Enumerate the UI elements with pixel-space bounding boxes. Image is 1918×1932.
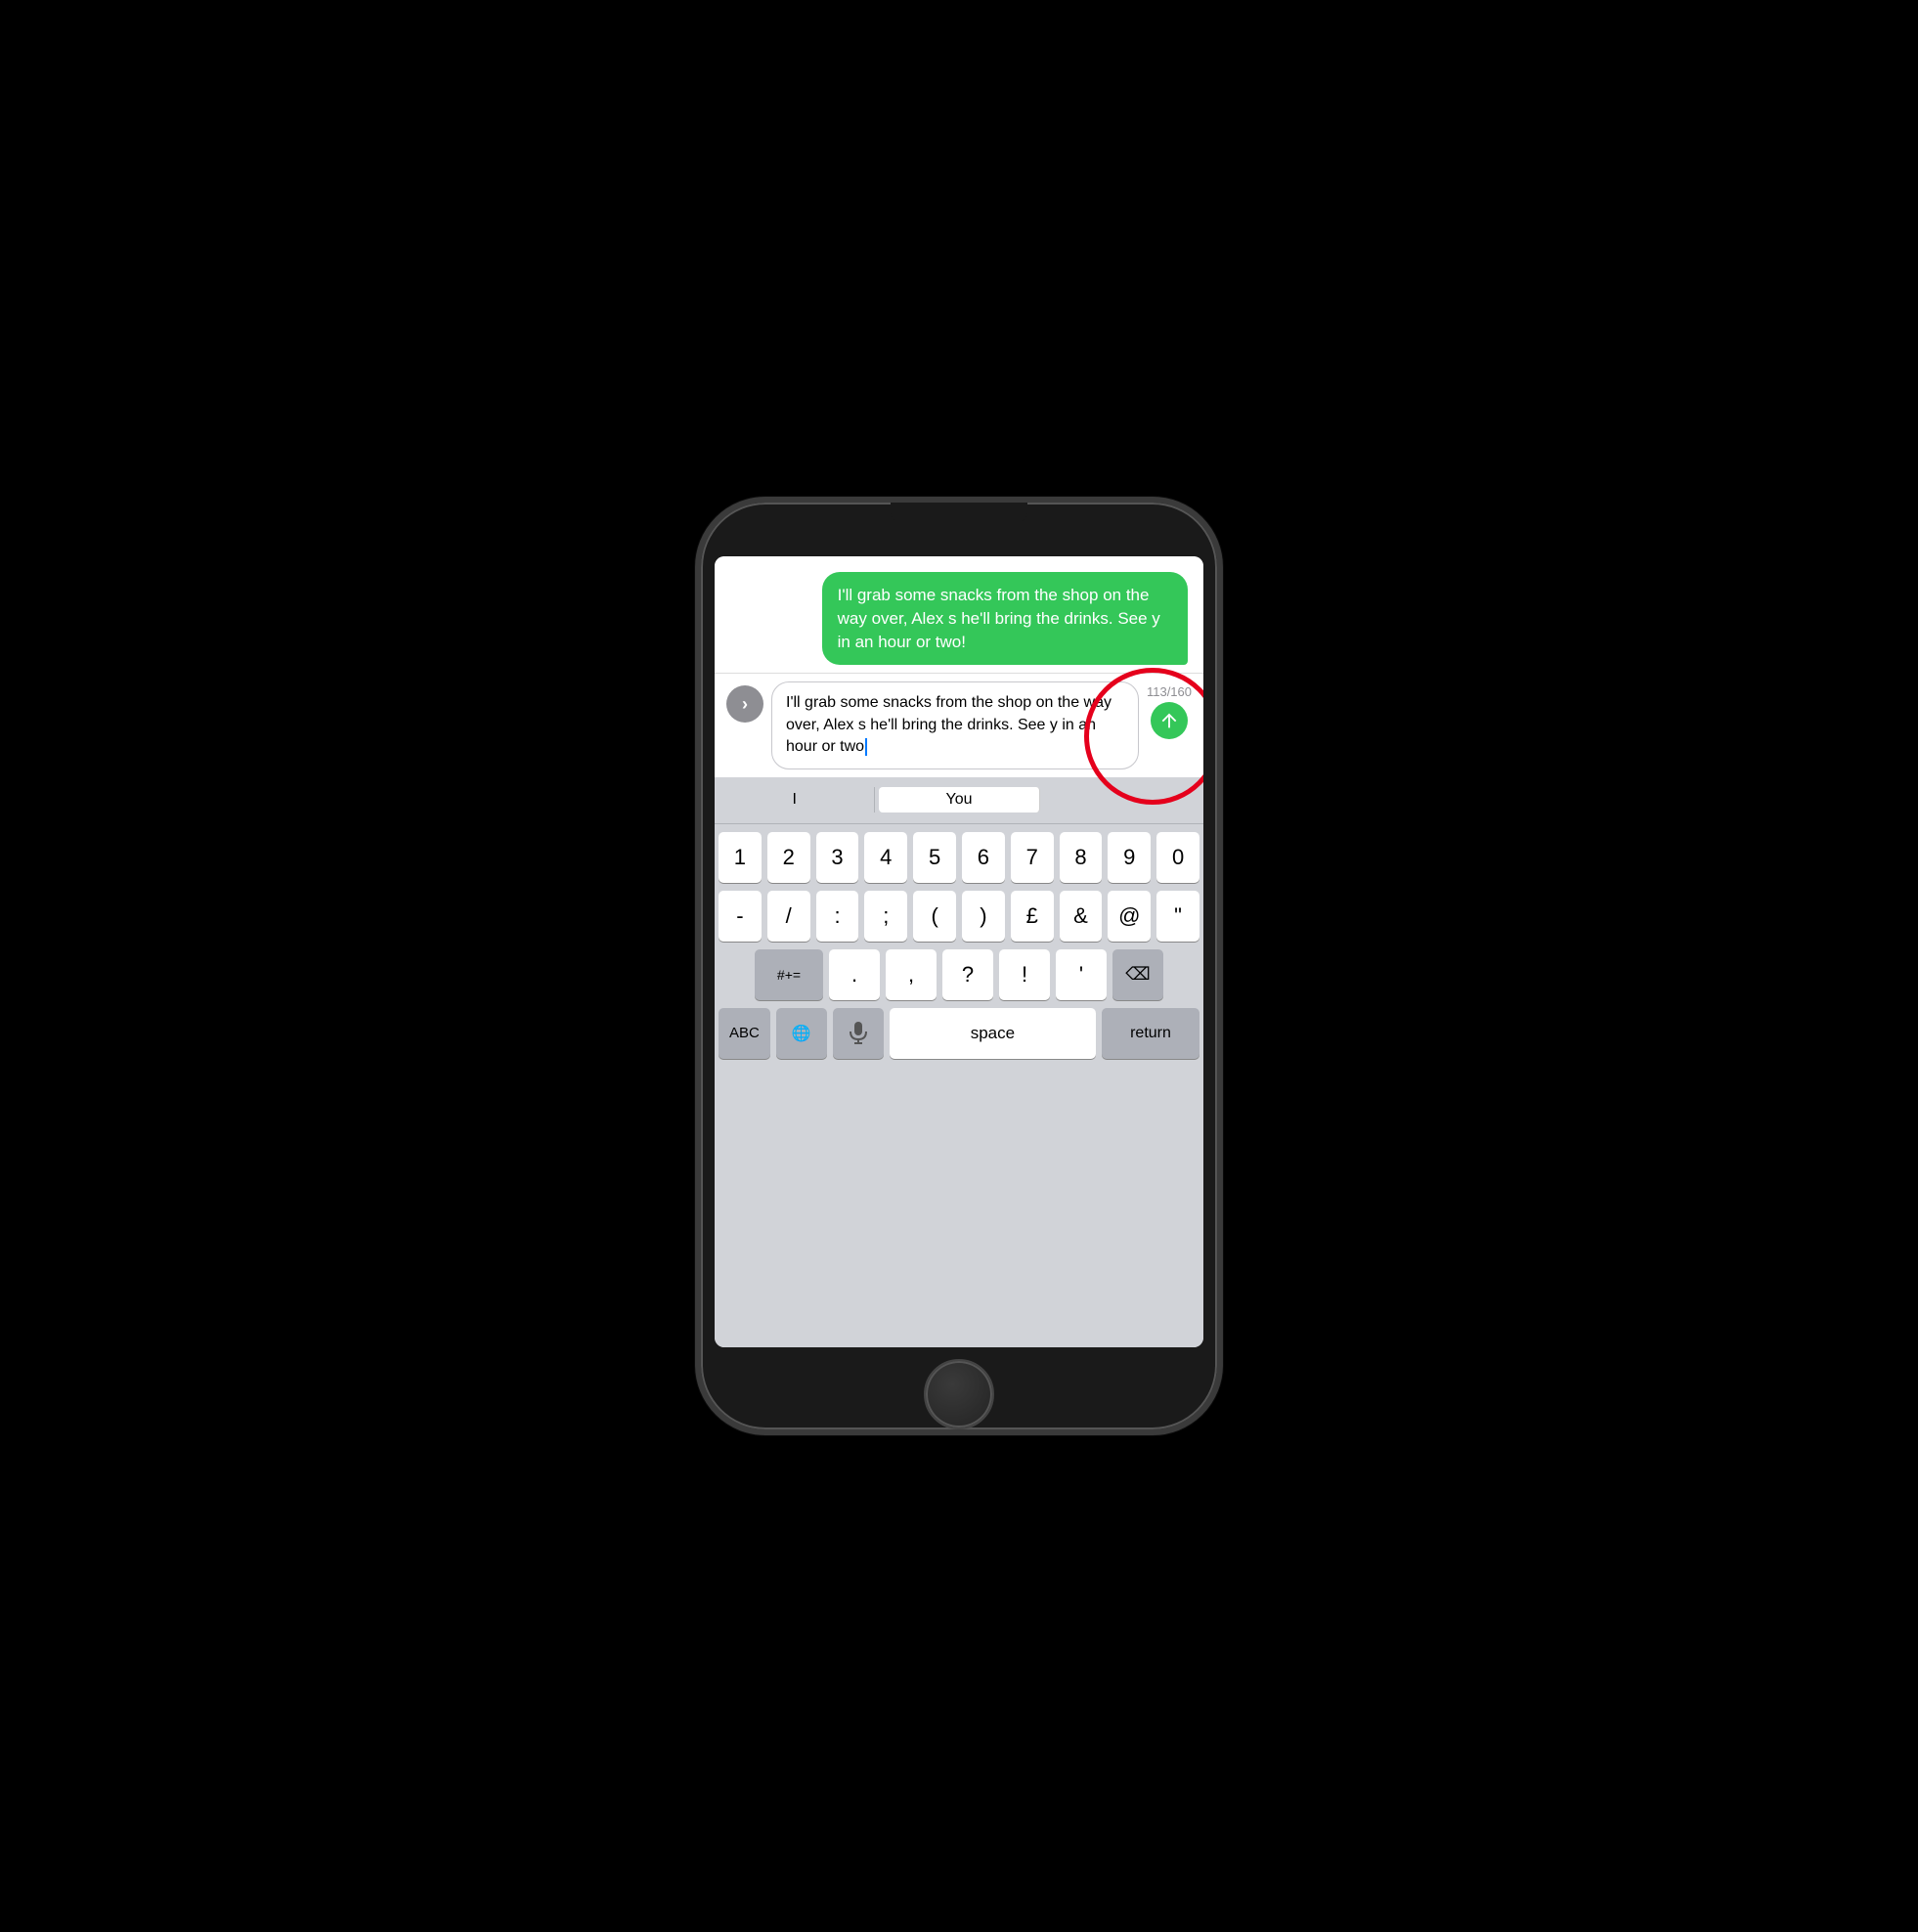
key-question[interactable]: ? xyxy=(942,949,993,1000)
key-ampersand[interactable]: & xyxy=(1060,891,1103,942)
home-button[interactable] xyxy=(924,1359,994,1429)
key-9[interactable]: 9 xyxy=(1108,832,1151,883)
input-text: I'll grab some snacks from the shop on t… xyxy=(786,694,1112,755)
key-space[interactable]: space xyxy=(890,1008,1096,1059)
key-1[interactable]: 1 xyxy=(719,832,762,883)
keyboard-row-numbers: 1 2 3 4 5 6 7 8 9 0 xyxy=(719,832,1199,883)
keyboard: 1 2 3 4 5 6 7 8 9 0 - / : ; ( ) £ & xyxy=(715,824,1203,1347)
key-return[interactable]: return xyxy=(1102,1008,1199,1059)
send-area: 113/160 xyxy=(1147,685,1192,739)
character-count: 113/160 xyxy=(1147,685,1192,698)
key-semicolon[interactable]: ; xyxy=(864,891,907,942)
predictive-item-3[interactable] xyxy=(1044,796,1203,804)
phone-screen: I'll grab some snacks from the shop on t… xyxy=(715,556,1203,1347)
key-close-paren[interactable]: ) xyxy=(962,891,1005,942)
key-colon[interactable]: : xyxy=(816,891,859,942)
key-period[interactable]: . xyxy=(829,949,880,1000)
message-bubble-outgoing: I'll grab some snacks from the shop on t… xyxy=(822,572,1188,665)
predictive-text-bar: I You xyxy=(715,777,1203,824)
predictive-item-1[interactable]: I xyxy=(715,787,875,812)
message-text: I'll grab some snacks from the shop on t… xyxy=(838,586,1160,651)
key-5[interactable]: 5 xyxy=(913,832,956,883)
key-2[interactable]: 2 xyxy=(767,832,810,883)
microphone-icon xyxy=(850,1022,867,1045)
keyboard-row-more: #+= . , ? ! ' ⌫ xyxy=(719,949,1199,1000)
key-8[interactable]: 8 xyxy=(1060,832,1103,883)
key-at[interactable]: @ xyxy=(1108,891,1151,942)
messages-area: I'll grab some snacks from the shop on t… xyxy=(715,556,1203,673)
key-slash[interactable]: / xyxy=(767,891,810,942)
phone-device: I'll grab some snacks from the shop on t… xyxy=(695,497,1223,1435)
backspace-icon: ⌫ xyxy=(1125,964,1150,985)
key-microphone[interactable] xyxy=(833,1008,884,1059)
key-globe[interactable]: 🌐 xyxy=(776,1008,827,1059)
message-input-area: › I'll grab some snacks from the shop on… xyxy=(715,673,1203,776)
key-pound[interactable]: £ xyxy=(1011,891,1054,942)
key-apostrophe[interactable]: ' xyxy=(1056,949,1107,1000)
key-7[interactable]: 7 xyxy=(1011,832,1054,883)
phone-bottom-area xyxy=(924,1347,994,1429)
phone-speaker xyxy=(891,503,1027,524)
message-input-field[interactable]: I'll grab some snacks from the shop on t… xyxy=(771,681,1139,768)
keyboard-row-bottom: ABC 🌐 space return xyxy=(719,1008,1199,1059)
key-6[interactable]: 6 xyxy=(962,832,1005,883)
key-3[interactable]: 3 xyxy=(816,832,859,883)
keyboard-row-symbols: - / : ; ( ) £ & @ " xyxy=(719,891,1199,942)
globe-icon: 🌐 xyxy=(792,1024,811,1043)
key-abc[interactable]: ABC xyxy=(719,1008,770,1059)
key-comma[interactable]: , xyxy=(886,949,937,1000)
send-button[interactable] xyxy=(1151,702,1188,739)
key-hash-plus-equals[interactable]: #+= xyxy=(755,949,823,1000)
backspace-button[interactable]: ⌫ xyxy=(1112,949,1163,1000)
key-0[interactable]: 0 xyxy=(1156,832,1199,883)
predictive-item-2[interactable]: You xyxy=(879,787,1039,812)
text-cursor xyxy=(865,738,867,756)
key-quote[interactable]: " xyxy=(1156,891,1199,942)
key-minus[interactable]: - xyxy=(719,891,762,942)
key-exclamation[interactable]: ! xyxy=(999,949,1050,1000)
key-4[interactable]: 4 xyxy=(864,832,907,883)
key-open-paren[interactable]: ( xyxy=(913,891,956,942)
expand-button[interactable]: › xyxy=(726,685,763,723)
